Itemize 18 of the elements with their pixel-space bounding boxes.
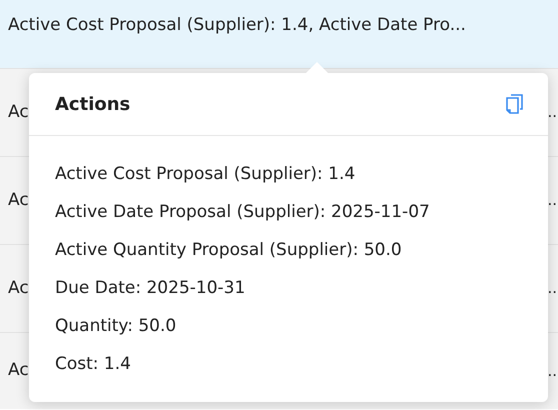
- detail-line: Active Date Proposal (Supplier): 2025-11-07: [55, 201, 431, 224]
- popover-title: Actions: [55, 92, 130, 116]
- detail-line: Quantity: 50.0: [55, 315, 178, 338]
- copy-icon[interactable]: [504, 93, 524, 115]
- detail-line: Active Quantity Proposal (Supplier): 50.0: [55, 239, 403, 262]
- row-text-end: ..: [547, 360, 558, 382]
- row-text-end: ..: [547, 102, 558, 124]
- row-text-end: ..: [547, 190, 558, 212]
- detail-line: Cost: 1.4: [55, 353, 132, 376]
- row-text: Ac: [8, 188, 29, 212]
- detail-line: Due Date: 2025-10-31: [55, 277, 246, 300]
- row-text-end: ..: [547, 278, 558, 300]
- row-text: Ac: [8, 359, 29, 382]
- row-text: Active Cost Proposal (Supplier): 1.4, Active Date Pro...: [8, 14, 466, 37]
- row-text: Ac: [8, 100, 29, 124]
- detail-line: Active Cost Proposal (Supplier): 1.4: [55, 163, 356, 186]
- row-text: Ac: [8, 276, 29, 300]
- list-row[interactable]: Active Cost Proposal (Supplier): 1.4, Active Date Pro...: [0, 0, 558, 69]
